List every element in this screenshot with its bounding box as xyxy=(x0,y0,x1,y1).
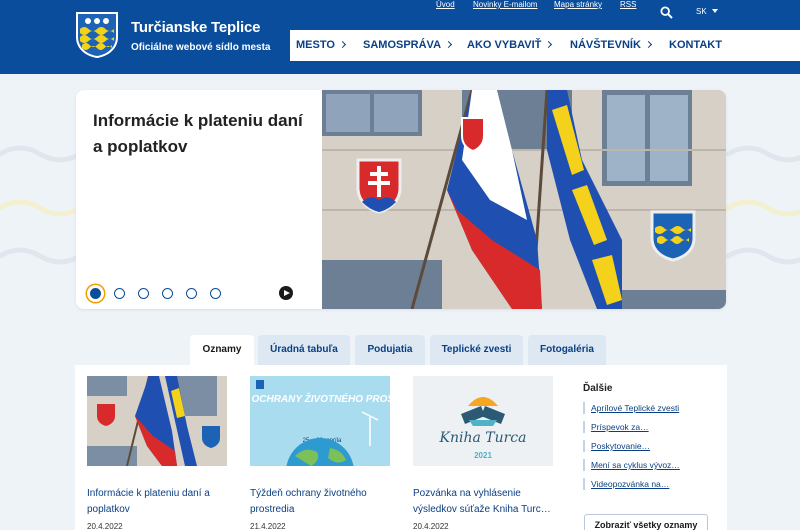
flags-building-photo[interactable] xyxy=(322,90,726,309)
tab-teplicke-zvesti[interactable]: Teplické zvesti xyxy=(430,335,523,365)
nav-item-samosprava[interactable]: SAMOSPRÁVA xyxy=(363,30,453,61)
card-title-3[interactable]: Pozvánka na vyhlásenie výsledkov súťaže … xyxy=(413,486,558,518)
tab-oznamy[interactable]: Oznamy xyxy=(190,335,254,366)
slider-dot-6[interactable] xyxy=(210,288,221,299)
chevron-right-icon xyxy=(338,40,346,49)
list-bullet xyxy=(583,421,585,433)
list-bullet xyxy=(583,478,585,490)
chevron-right-icon xyxy=(644,40,652,49)
tab-fotogaleria[interactable]: Fotogaléria xyxy=(528,335,606,365)
list-bullet xyxy=(583,402,585,414)
card-image-kniha-turca[interactable]: Kniha Turca 2021 xyxy=(413,376,553,466)
chevron-down-icon[interactable] xyxy=(712,9,718,13)
more-section-title: Ďalšie xyxy=(583,383,613,394)
language-selector[interactable]: SK xyxy=(696,7,707,16)
slider-dot-4[interactable] xyxy=(162,288,173,299)
card-image-environment-week[interactable]: TÝŽDEŇ OCHRANY ŽIVOTNÉHO PROSTREDIA 25. … xyxy=(250,376,390,466)
chevron-right-icon xyxy=(444,40,453,49)
hero-slider[interactable]: Informácie k plateniu daní a poplatkov xyxy=(76,90,726,309)
poster-heading-line-1: TÝŽDEŇ OCHRANY ŽIVOTNÉHO PROSTREDIA xyxy=(250,392,390,405)
card-date-1: 20.4.2022 xyxy=(87,522,123,530)
site-subtitle: Oficiálne webové sídlo mesta xyxy=(131,42,271,53)
card-title-1[interactable]: Informácie k plateniu daní a poplatkov xyxy=(87,486,232,518)
coat-of-arms-logo[interactable] xyxy=(75,11,119,59)
toplink-sitemap[interactable]: Mapa stránky xyxy=(554,0,602,9)
toplink-rss[interactable]: RSS xyxy=(620,0,636,9)
more-link-1[interactable]: Aprílové Teplické zvesti xyxy=(591,403,679,413)
more-link-2[interactable]: Príspevok za… xyxy=(591,422,649,432)
slider-dot-1[interactable] xyxy=(90,288,101,299)
search-icon[interactable] xyxy=(660,6,673,19)
announcements-panel: Informácie k plateniu daní a poplatkov 2… xyxy=(75,365,727,530)
play-icon[interactable] xyxy=(279,286,293,300)
kniha-turca-logo-year: 2021 xyxy=(474,451,492,460)
kniha-turca-logo-text: Kniha Turca xyxy=(438,430,526,446)
toplink-home[interactable]: Úvod xyxy=(436,0,455,9)
card-date-2: 21.4.2022 xyxy=(250,522,286,530)
site-header: Turčianske Teplice Oficiálne webové sídl… xyxy=(0,0,800,74)
show-all-button[interactable]: Zobraziť všetky oznamy xyxy=(584,514,708,530)
slider-dot-5[interactable] xyxy=(186,288,197,299)
nav-item-navstevnik[interactable]: NÁVŠTEVNÍK xyxy=(570,30,652,61)
list-bullet xyxy=(583,440,585,452)
toplink-email-news[interactable]: Novinky E-mailom xyxy=(473,0,537,9)
card-title-2[interactable]: Týždeň ochrany životného prostredia xyxy=(250,486,395,518)
list-bullet xyxy=(583,459,585,471)
more-link-3[interactable]: Poskytovanie… xyxy=(591,441,650,451)
main-navigation: MESTO SAMOSPRÁVA AKO VYBAVIŤ NÁVŠTEVNÍK … xyxy=(290,30,800,61)
chevron-right-icon xyxy=(545,40,553,49)
card-image-flags[interactable] xyxy=(87,376,227,466)
more-link-5[interactable]: Videopozvánka na… xyxy=(591,479,669,489)
nav-item-kontakt[interactable]: KONTAKT xyxy=(669,30,722,61)
slider-dot-2[interactable] xyxy=(114,288,125,299)
tab-podujatia[interactable]: Podujatia xyxy=(355,335,425,365)
card-date-3: 20.4.2022 xyxy=(413,522,449,530)
nav-item-mesto[interactable]: MESTO xyxy=(296,30,346,61)
slider-dot-3[interactable] xyxy=(138,288,149,299)
more-link-4[interactable]: Mení sa cyklus vývoz… xyxy=(591,460,680,470)
hero-title[interactable]: Informácie k plateniu daní a poplatkov xyxy=(93,108,313,160)
nav-item-ako-vybavit[interactable]: AKO VYBAVIŤ xyxy=(467,30,553,61)
tab-uradna-tabula[interactable]: Úradná tabuľa xyxy=(258,335,350,365)
site-title[interactable]: Turčianske Teplice xyxy=(131,19,260,36)
